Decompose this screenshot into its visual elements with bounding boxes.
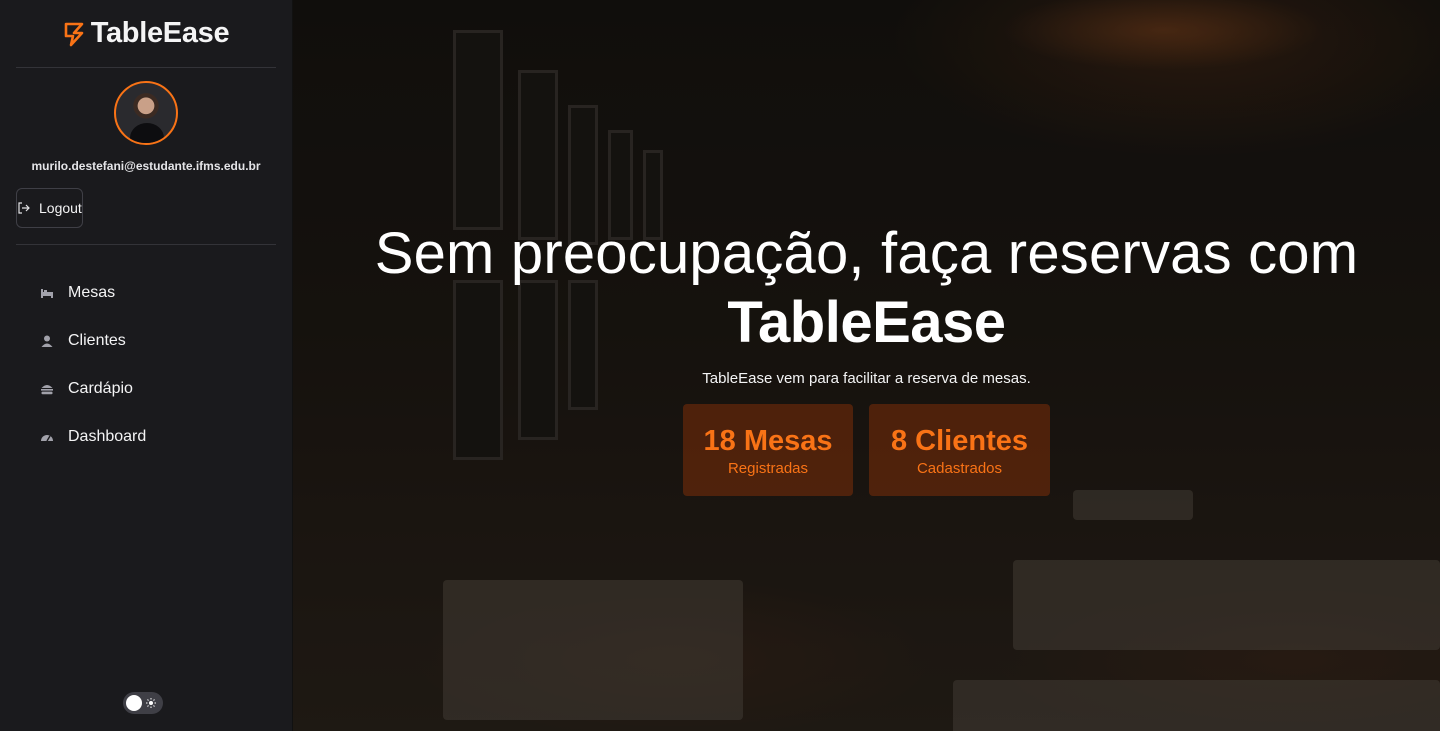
stat-value: 18 Mesas xyxy=(703,424,833,457)
toggle-knob xyxy=(126,695,142,711)
tableease-logo-icon xyxy=(64,22,83,46)
user-email: murilo.destefani@estudante.ifms.edu.br xyxy=(31,159,261,173)
stats-row: 18 Mesas Registradas 8 Clientes Cadastra… xyxy=(293,404,1440,496)
brand-name: TableEase xyxy=(90,17,230,49)
hero-title: Sem preocupação, faça reservas com xyxy=(374,221,1359,286)
brand[interactable]: TableEase xyxy=(16,0,276,68)
sidebar-item-label: Mesas xyxy=(68,284,116,301)
sidebar-item-dashboard[interactable]: Dashboard xyxy=(0,413,292,461)
burger-icon xyxy=(40,382,54,396)
sidebar: TableEase murilo.destefani@estudante.ifm… xyxy=(0,0,293,731)
sidebar-nav: Mesas Clientes Cardápio Dashboard xyxy=(0,269,292,461)
stat-label: Registradas xyxy=(727,459,809,477)
stat-value: 8 Clientes xyxy=(891,424,1028,457)
hero-content: Sem preocupação, faça reservas com Table… xyxy=(293,222,1440,496)
sidebar-item-label: Cardápio xyxy=(68,380,133,397)
sidebar-item-label: Dashboard xyxy=(68,428,147,445)
logout-label: Logout xyxy=(39,200,82,216)
hero-section: Sem preocupação, faça reservas com Table… xyxy=(293,0,1440,731)
avatar[interactable] xyxy=(114,81,178,145)
user-profile: murilo.destefani@estudante.ifms.edu.br xyxy=(0,68,292,173)
hero-subtitle: TableEase vem para facilitar a reserva d… xyxy=(702,370,1031,387)
gauge-icon xyxy=(40,430,54,444)
stat-card-mesas[interactable]: 18 Mesas Registradas xyxy=(683,404,853,496)
sidebar-item-cardapio[interactable]: Cardápio xyxy=(0,365,292,413)
user-icon xyxy=(40,334,54,348)
sidebar-divider xyxy=(16,244,276,245)
logout-icon xyxy=(18,202,30,214)
hero-brand: TableEase xyxy=(727,290,1006,355)
bed-icon xyxy=(40,286,54,300)
sidebar-item-label: Clientes xyxy=(68,332,126,349)
stat-label: Cadastrados xyxy=(916,459,1003,477)
stat-card-clientes[interactable]: 8 Clientes Cadastrados xyxy=(869,404,1050,496)
sidebar-item-clientes[interactable]: Clientes xyxy=(0,317,292,365)
sun-icon xyxy=(146,698,156,708)
sidebar-item-mesas[interactable]: Mesas xyxy=(0,269,292,317)
logout-button[interactable]: Logout xyxy=(16,188,83,228)
theme-toggle[interactable] xyxy=(123,692,163,714)
